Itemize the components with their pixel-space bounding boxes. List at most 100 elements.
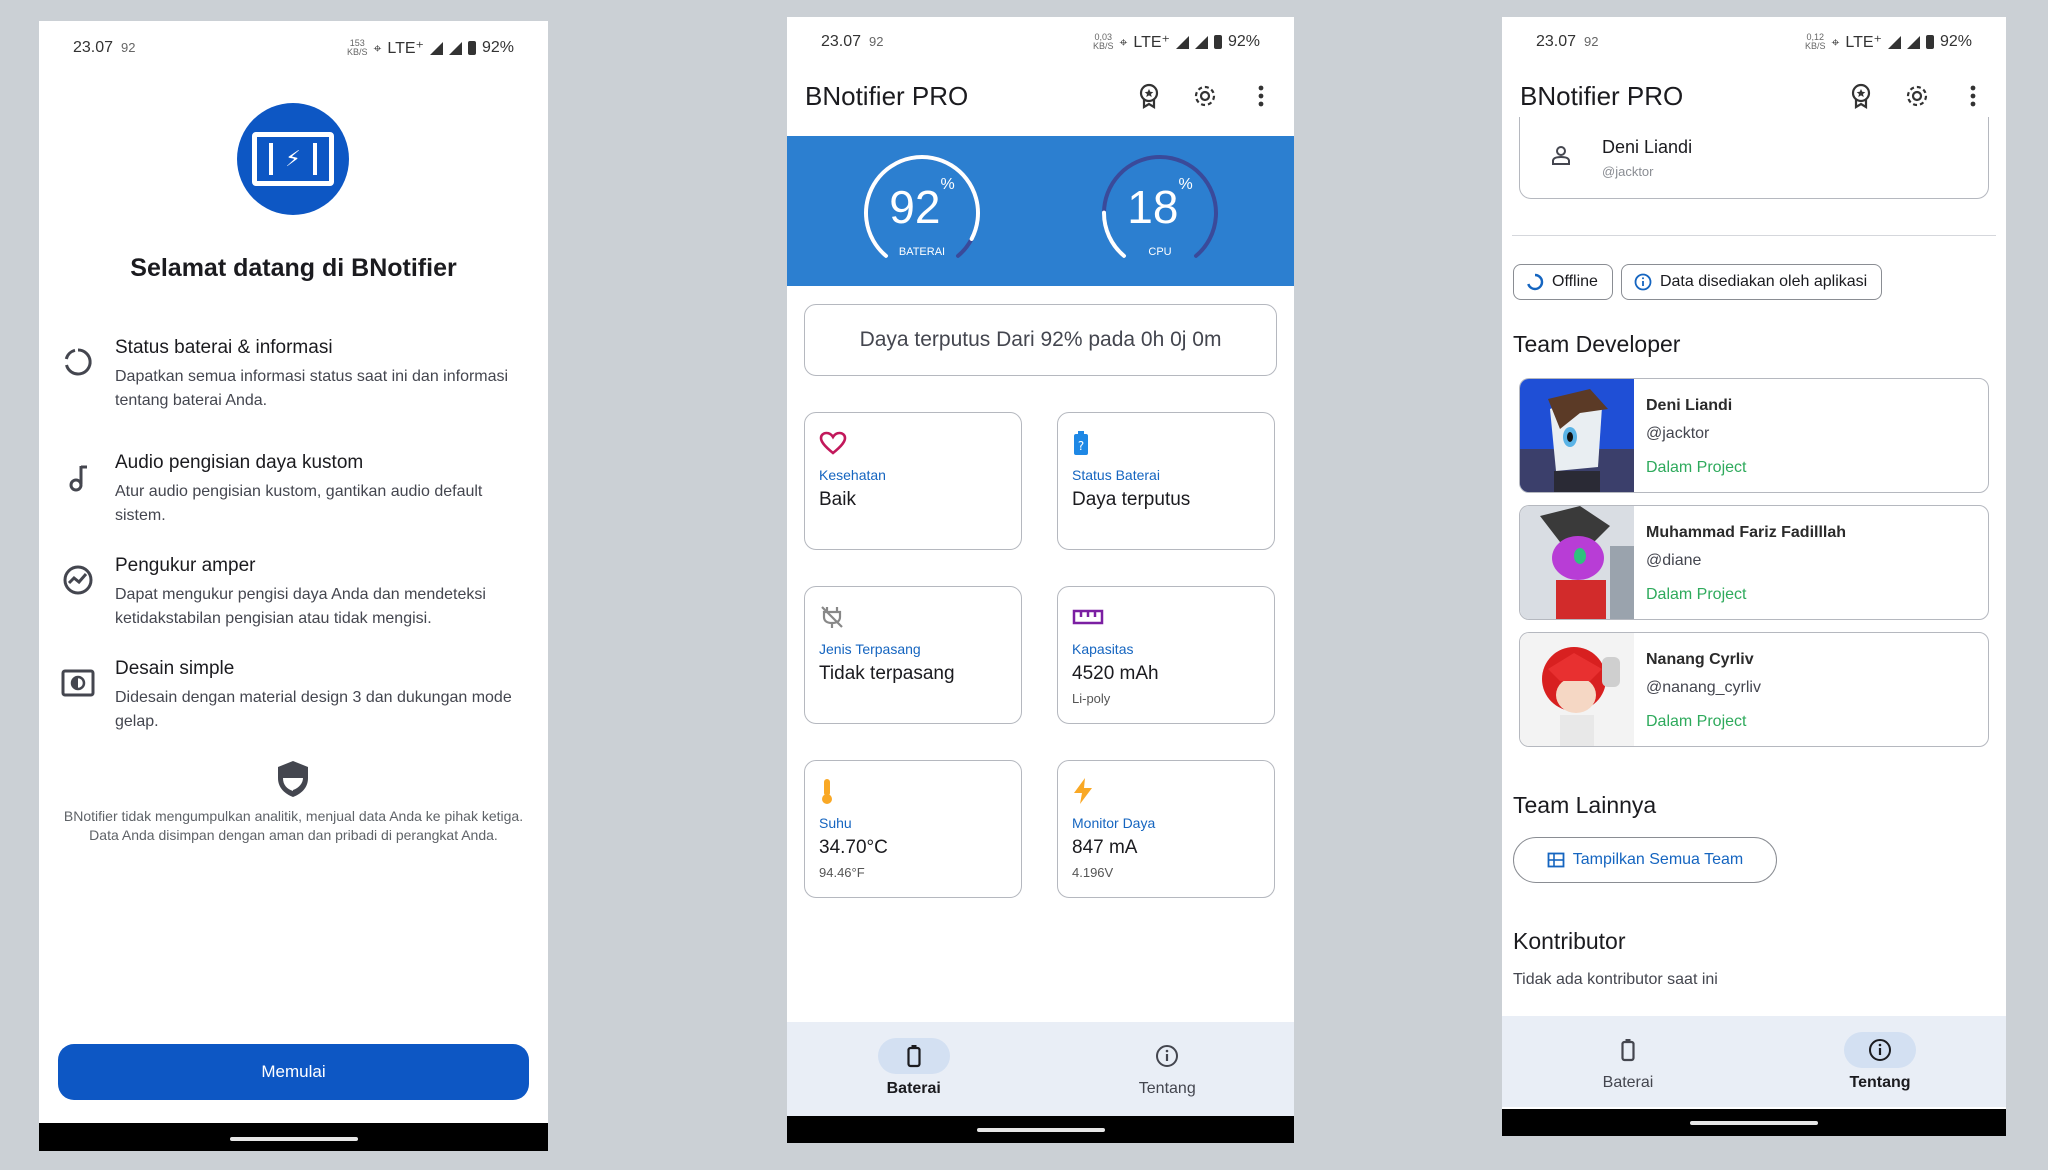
more-vert-icon[interactable]	[1246, 81, 1276, 111]
feature-desc: Dapatkan semua informasi status saat ini…	[115, 368, 509, 409]
tab-battery[interactable]: Baterai	[787, 1022, 1041, 1116]
developer-name: Muhammad Fariz Fadilllah	[1646, 524, 1847, 541]
signal-icon	[1887, 35, 1901, 49]
location-icon: ⌖	[1119, 33, 1128, 50]
battery-screen: 23.07 92 0,03 KB/S ⌖ LTE⁺ 92% BNotifier P…	[787, 17, 1294, 1143]
feature-title: Desain simple	[115, 658, 235, 679]
card-sub: Li-poly	[1072, 691, 1111, 706]
app-bar: BNotifier PRO	[787, 57, 1294, 135]
tab-about[interactable]: Tentang	[1754, 1016, 2006, 1107]
contributor-title: Kontributor	[1513, 928, 1626, 954]
battery-percent: 92%	[1227, 33, 1260, 50]
tab-battery-label: Baterai	[1602, 1074, 1654, 1091]
home-indicator[interactable]	[976, 1128, 1105, 1132]
bottom-navigation: Baterai Tentang	[1502, 1016, 2006, 1107]
music-note-icon	[59, 458, 97, 496]
tab-battery[interactable]: Baterai	[1502, 1016, 1754, 1107]
developer-handle: @jacktor	[1646, 425, 1710, 442]
net-speed: 153 KB/S	[346, 38, 368, 57]
profile-card[interactable]: Deni Liandi @jacktor	[1519, 117, 1989, 199]
card-value: 34.70°C	[819, 837, 888, 858]
status-bar: 23.07 92 153 KB/S ⌖ LTE⁺ 92%	[39, 21, 548, 75]
show-all-team-button[interactable]: Tampilkan Semua Team	[1513, 837, 1777, 883]
other-team-title: Team Lainnya	[1513, 792, 1657, 818]
tab-about[interactable]: Tentang	[1041, 1022, 1295, 1116]
settings-gear-icon[interactable]	[1902, 81, 1932, 111]
app-title: BNotifier PRO	[1520, 80, 1684, 111]
welcome-title: Selamat datang di BNotifier	[130, 254, 457, 282]
data-source-chip[interactable]: Data disediakan oleh aplikasi	[1620, 264, 1883, 300]
status-seconds: 92	[121, 40, 136, 55]
developer-card[interactable]: Muhammad Fariz Fadilllah @diane Dalam Pr…	[1519, 505, 1989, 620]
card-value: Baik	[819, 489, 856, 510]
card-label: Monitor Daya	[1072, 815, 1156, 831]
info-icon	[1844, 1032, 1916, 1068]
developer-card[interactable]: Nanang Cyrliv @nanang_cyrliv Dalam Proje…	[1519, 632, 1989, 747]
offline-chip[interactable]: Offline	[1513, 264, 1613, 300]
battery-unknown-icon: ?	[1072, 429, 1260, 457]
developer-status: Dalam Project	[1646, 459, 1747, 476]
battery-status-card[interactable]: ? Status Baterai Daya terputus	[1057, 412, 1275, 550]
about-screen: 23.07 92 0,12 KB/S ⌖ LTE⁺ 92% BNotifier P…	[1502, 17, 2006, 1136]
card-sub: 4.196V	[1072, 865, 1114, 880]
health-card[interactable]: Kesehatan Baik	[804, 412, 1022, 550]
card-value: Daya terputus	[1072, 489, 1191, 510]
profile-handle: @jacktor	[1602, 163, 1654, 179]
circle-progress-icon	[59, 343, 97, 381]
power-monitor-card[interactable]: Monitor Daya 847 mA 4.196V	[1057, 760, 1275, 898]
feature-desc: Didesain dengan material design 3 dan du…	[115, 689, 512, 730]
avatar	[1520, 506, 1634, 619]
ruler-icon	[1072, 603, 1260, 631]
power-status-banner: Daya terputus Dari 92% pada 0h 0j 0m	[804, 304, 1277, 376]
home-indicator[interactable]	[229, 1137, 358, 1141]
signal-icon-2	[448, 41, 462, 55]
status-seconds: 92	[869, 34, 884, 49]
battery-icon	[1213, 35, 1222, 49]
card-sub: 94.46°F	[819, 865, 865, 880]
privacy-note: BNotifier tidak mengumpulkan analitik, m…	[63, 808, 524, 843]
profile-name: Deni Liandi	[1602, 136, 1693, 157]
home-indicator[interactable]	[1690, 1121, 1818, 1125]
capacity-card[interactable]: Kapasitas 4520 mAh Li-poly	[1057, 586, 1275, 724]
person-icon	[1550, 144, 1572, 171]
location-icon: ⌖	[1831, 33, 1840, 50]
shield-icon	[275, 759, 311, 799]
battery-icon	[1925, 35, 1934, 49]
temperature-card[interactable]: Suhu 34.70°C 94.46°F	[804, 760, 1022, 898]
no-contributor-text: Tidak ada kontributor saat ini	[1513, 971, 1718, 988]
system-nav-bar	[39, 1123, 548, 1151]
card-label: Kesehatan	[819, 467, 886, 483]
feature-desc: Dapat mengukur pengisi daya Anda dan men…	[115, 586, 486, 627]
bolt-icon	[1072, 777, 1260, 805]
tab-about-label: Tentang	[1849, 1074, 1911, 1091]
card-label: Suhu	[819, 815, 852, 831]
grid-icon	[1547, 852, 1565, 868]
cpu-gauge-value: 18	[1127, 181, 1179, 233]
net-speed: 0,03 KB/S	[1092, 32, 1114, 51]
award-icon[interactable]	[1846, 81, 1876, 111]
net-speed: 0,12 KB/S	[1804, 32, 1826, 51]
app-logo: ⚡	[237, 103, 349, 215]
settings-gear-icon[interactable]	[1190, 81, 1220, 111]
award-icon[interactable]	[1134, 81, 1164, 111]
feature-title: Status baterai & informasi	[115, 337, 333, 358]
card-label: Jenis Terpasang	[819, 641, 921, 657]
battery-gauge: 92% BATERAI	[859, 150, 985, 276]
battery-gauge-unit: %	[940, 175, 955, 193]
heart-icon	[819, 429, 1007, 457]
developer-card[interactable]: Deni Liandi @jacktor Dalam Project	[1519, 378, 1989, 493]
more-vert-icon[interactable]	[1958, 81, 1988, 111]
status-time: 23.07	[73, 39, 114, 56]
feature-item: Pengukur amper Dapat mengukur pengisi da…	[59, 555, 528, 631]
feature-title: Pengukur amper	[115, 555, 256, 576]
svg-text:?: ?	[1078, 439, 1084, 453]
developer-status: Dalam Project	[1646, 586, 1747, 603]
feature-title: Audio pengisian daya kustom	[115, 452, 364, 473]
cpu-gauge-unit: %	[1178, 175, 1193, 193]
system-nav-bar	[1502, 1109, 2006, 1136]
feature-item: Desain simple Didesain dengan material d…	[59, 658, 528, 734]
start-button[interactable]: Memulai	[58, 1044, 529, 1100]
battery-icon	[467, 41, 476, 55]
gauge-icon	[59, 561, 97, 599]
plug-type-card[interactable]: Jenis Terpasang Tidak terpasang	[804, 586, 1022, 724]
